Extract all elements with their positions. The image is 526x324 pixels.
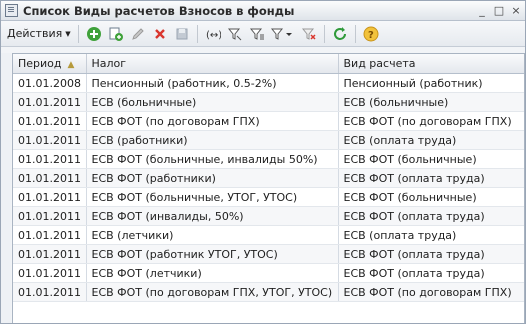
table-row[interactable]: 01.01.2011 ЕСВ ФОТ (работник УТОГ, УТОС) Е… <box>13 244 524 264</box>
filter-list-icon <box>249 28 264 40</box>
cell-calc-type: ЕСВ ФОТ (по договорам ГПХ) <box>338 111 524 131</box>
cell-calc-type: ЕСВ ФОТ (оплата труда) <box>338 206 524 226</box>
dropdown-arrow-icon: ▼ <box>65 29 71 38</box>
column-header-tax[interactable]: Налог <box>86 54 339 74</box>
sort-ascending-icon: ▲ <box>67 60 75 70</box>
help-icon: ? <box>363 26 379 41</box>
cell-calc-type: ЕСВ ФОТ (больничные) <box>338 187 524 207</box>
cell-tax: ЕСВ ФОТ (по договорам ГПХ, УТОГ, УТОС) <box>86 282 339 302</box>
actions-label: Действия <box>7 27 63 40</box>
cell-calc-type: Пенсионный (работник) <box>338 73 524 93</box>
toolbar-separator <box>196 24 198 43</box>
table-row[interactable]: 01.01.2011 ЕСВ (больничные) ЕСВ (больничны… <box>13 92 524 112</box>
cell-calc-type: ЕСВ (оплата труда) <box>338 225 524 245</box>
cell-period: 01.01.2011 <box>13 168 87 188</box>
cell-tax: Пенсионный (работник, 0.5-2%) <box>86 73 339 93</box>
cell-tax: ЕСВ ФОТ (инвалиды, 50%) <box>86 206 339 226</box>
cell-tax: ЕСВ (больничные) <box>86 92 339 112</box>
clear-filter-button[interactable] <box>299 24 319 44</box>
table-row[interactable]: 01.01.2008 Пенсионный (работник, 0.5-2%) П… <box>13 73 524 93</box>
edit-button[interactable] <box>128 24 148 44</box>
list-window: Список Виды расчетов Взносов в фонды _ □… <box>0 0 526 324</box>
grid-left-gutter <box>1 53 11 323</box>
help-button[interactable]: ? <box>361 24 381 44</box>
cell-period: 01.01.2011 <box>13 92 87 112</box>
add-button[interactable] <box>84 24 104 44</box>
pencil-icon <box>131 27 144 40</box>
maximize-button[interactable]: □ <box>491 3 507 19</box>
toolbar-separator <box>77 24 79 43</box>
cell-tax: ЕСВ ФОТ (работник УТОГ, УТОС) <box>86 244 339 264</box>
table-row[interactable]: 01.01.2011 ЕСВ (летчики) ЕСВ (оплата труда… <box>13 225 524 245</box>
actions-menu-button[interactable]: Действия ▼ <box>4 24 74 44</box>
refresh-icon <box>333 26 346 40</box>
cell-tax: ЕСВ ФОТ (по договорам ГПХ) <box>86 111 339 131</box>
table-row[interactable]: 01.01.2011 ЕСВ ФОТ (больничные, инвалиды … <box>13 149 524 169</box>
cell-tax: ЕСВ ФОТ (больничные, УТОГ, УТОС) <box>86 187 339 207</box>
cell-calc-type: ЕСВ ФОТ (оплата труда) <box>338 168 524 188</box>
delete-button[interactable] <box>150 24 170 44</box>
filter-list-button[interactable] <box>247 24 267 44</box>
cell-period: 01.01.2011 <box>13 187 87 207</box>
table-row[interactable]: 01.01.2011 ЕСВ (работники) ЕСВ (оплата тру… <box>13 130 524 150</box>
filter-button[interactable] <box>225 24 245 44</box>
table-row[interactable]: 01.01.2011 ЕСВ ФОТ (по договорам ГПХ, УТО… <box>13 282 524 302</box>
cell-tax: ЕСВ (работники) <box>86 130 339 150</box>
table-row[interactable]: 01.01.2011 ЕСВ ФОТ (летчики) ЕСВ ФОТ (опла… <box>13 263 524 283</box>
table-row[interactable]: 01.01.2011 ЕСВ ФОТ (больничные, УТОГ, УТО… <box>13 187 524 207</box>
cell-tax: ЕСВ ФОТ (больничные, инвалиды 50%) <box>86 149 339 169</box>
filter-icon <box>227 28 241 40</box>
cell-period: 01.01.2011 <box>13 263 87 283</box>
column-header-label: Период <box>18 57 62 70</box>
toolbar-separator <box>354 24 356 43</box>
svg-text:(↔): (↔) <box>206 30 221 41</box>
cell-calc-type: ЕСВ (оплата труда) <box>338 130 524 150</box>
cell-period: 01.01.2011 <box>13 244 87 264</box>
cell-calc-type: ЕСВ ФОТ (оплата труда) <box>338 263 524 283</box>
minimize-button[interactable]: _ <box>474 3 490 19</box>
cell-tax: ЕСВ (летчики) <box>86 225 339 245</box>
cell-period: 01.01.2011 <box>13 130 87 150</box>
cell-calc-type: ЕСВ (больничные) <box>338 92 524 112</box>
save-button[interactable] <box>172 24 192 44</box>
window-title: Список Виды расчетов Взносов в фонды <box>23 3 295 18</box>
table-row[interactable]: 01.01.2011 ЕСВ ФОТ (инвалиды, 50%) ЕСВ ФОТ… <box>13 206 524 226</box>
cell-tax: ЕСВ ФОТ (летчики) <box>86 263 339 283</box>
cell-period: 01.01.2011 <box>13 225 87 245</box>
close-button[interactable]: × <box>508 3 524 19</box>
cell-calc-type: ЕСВ ФОТ (больничные) <box>338 149 524 169</box>
save-icon <box>176 28 188 39</box>
cell-calc-type: ЕСВ ФОТ (по договорам ГПХ) <box>338 282 524 302</box>
cell-period: 01.01.2011 <box>13 111 87 131</box>
hierarchy-icon: (↔) <box>206 30 221 41</box>
table-header-row: Период ▲ Налог Вид расчета <box>13 54 524 74</box>
copy-button[interactable] <box>106 24 126 44</box>
toolbar-separator <box>323 24 325 43</box>
refresh-button[interactable] <box>330 24 350 44</box>
cell-period: 01.01.2008 <box>13 73 87 93</box>
list-window-icon <box>5 4 18 17</box>
filter-clear-icon <box>270 28 292 40</box>
table-row[interactable]: 01.01.2011 ЕСВ ФОТ (работники) ЕСВ ФОТ (оп… <box>13 168 524 188</box>
svg-text:?: ? <box>368 30 374 41</box>
cell-period: 01.01.2011 <box>13 282 87 302</box>
copy-icon <box>109 27 123 41</box>
cell-tax: ЕСВ ФОТ (работники) <box>86 168 339 188</box>
hierarchy-button[interactable]: (↔) <box>203 24 223 44</box>
column-header-calc-type[interactable]: Вид расчета <box>338 54 524 74</box>
filter-dropdown-button[interactable] <box>269 24 297 44</box>
add-icon <box>86 26 101 41</box>
table-row[interactable]: 01.01.2011 ЕСВ ФОТ (по договорам ГПХ) ЕСВ … <box>13 111 524 131</box>
title-bar: Список Виды расчетов Взносов в фонды _ □… <box>1 1 525 21</box>
cell-period: 01.01.2011 <box>13 206 87 226</box>
column-header-period[interactable]: Период ▲ <box>13 54 87 74</box>
cell-calc-type: ЕСВ ФОТ (оплата труда) <box>338 244 524 264</box>
cell-period: 01.01.2011 <box>13 149 87 169</box>
data-table: Период ▲ Налог Вид расчета 01.01.2008 Пенс… <box>12 53 525 323</box>
toolbar: Действия ▼ (↔) ? <box>1 21 525 47</box>
cancel-filter-icon <box>301 28 316 40</box>
delete-icon <box>154 28 165 39</box>
